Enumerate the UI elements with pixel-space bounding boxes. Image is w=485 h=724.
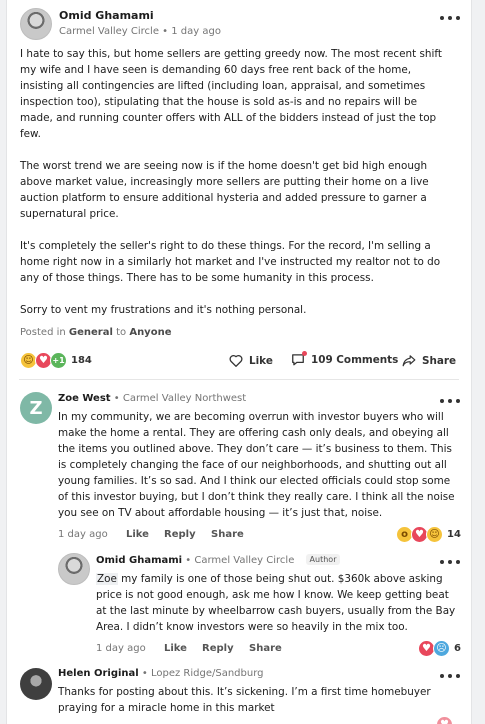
post-paragraph: The worst trend we are seeing now is if … [20, 160, 429, 220]
commenter-avatar[interactable]: Z [20, 392, 52, 424]
comment-more-options-icon[interactable] [440, 396, 460, 406]
comment-text: Thanks for posting about this. It’s sick… [58, 686, 431, 714]
reaction-count[interactable]: 14 [447, 529, 461, 540]
post-paragraph: Sorry to vent my frustrations and it's n… [20, 304, 307, 316]
reply-reply-button[interactable]: Reply [202, 643, 234, 654]
category-link[interactable]: General [69, 327, 113, 338]
replier-name[interactable]: Omid Ghamami [96, 555, 182, 566]
replier-neighborhood[interactable]: Carmel Valley Circle [194, 555, 294, 566]
commenter-avatar[interactable] [20, 668, 52, 700]
comment-reply-button[interactable]: Reply [164, 529, 196, 540]
comment-meta: Helen Original • Lopez Ridge/Sandburg [58, 668, 264, 679]
reply-more-options-icon[interactable] [440, 557, 460, 567]
author-name[interactable]: Omid Ghamami [59, 9, 154, 22]
posted-in: Posted in General to Anyone [20, 327, 171, 338]
share-button[interactable]: Share [402, 354, 456, 367]
like-label: Like [249, 354, 273, 367]
commenter-neighborhood[interactable]: Lopez Ridge/Sandburg [151, 668, 264, 679]
post-more-options-icon[interactable] [440, 13, 460, 23]
commenter-neighborhood[interactable]: Carmel Valley Northwest [123, 393, 246, 404]
reaction-count[interactable]: 184 [71, 355, 92, 366]
haha-reaction-icon: ☺ [426, 526, 443, 543]
share-arrow-icon [402, 355, 416, 367]
comment-share-button[interactable]: Share [211, 529, 244, 540]
love-reaction-icon[interactable]: ♥ [436, 716, 453, 724]
avatar-letter: Z [29, 397, 43, 419]
reply-meta: Omid Ghamami • Carmel Valley Circle Auth… [96, 554, 341, 566]
post-time: 1 day ago [171, 26, 221, 37]
comment-meta: Zoe West • Carmel Valley Northwest [58, 393, 246, 404]
author-avatar[interactable] [20, 8, 52, 40]
comment-text: In my community, we are becoming overrun… [58, 411, 455, 519]
comment-reactions[interactable]: o ♥ ☺ 14 [396, 526, 461, 543]
reply-time: 1 day ago [96, 643, 146, 654]
author-badge: Author [305, 554, 341, 565]
comments-label: 109 Comments [311, 353, 399, 366]
sad-reaction-icon: ☹ [433, 640, 450, 657]
comment-time: 1 day ago [58, 529, 108, 540]
reply-share-button[interactable]: Share [249, 643, 282, 654]
post-meta: Carmel Valley Circle • 1 day ago [59, 26, 221, 37]
comment-icon [291, 351, 307, 366]
reply-reactions[interactable]: ♥ ☹ 6 [418, 640, 461, 657]
reply-body: my family is one of those being shut out… [96, 573, 456, 633]
post-card: Omid Ghamami Carmel Valley Circle • 1 da… [6, 0, 472, 724]
heart-outline-icon [229, 355, 243, 367]
meta-separator: • [113, 393, 120, 404]
replier-avatar[interactable] [58, 553, 90, 585]
comment-more-options-icon[interactable] [440, 671, 460, 681]
comments-button[interactable]: 109 Comments [291, 351, 399, 366]
share-label: Share [422, 354, 457, 367]
plus-one-reaction-icon: +1 [50, 352, 67, 369]
posted-to-word: to [116, 327, 127, 338]
commenter-name[interactable]: Zoe West [58, 393, 111, 404]
reply-text: Zoe my family is one of those being shut… [96, 571, 460, 635]
post-reactions[interactable]: ☺ ♥ +1 184 [20, 352, 92, 369]
posted-in-prefix: Posted in [20, 327, 66, 338]
post-paragraph: It's completely the seller's right to do… [20, 240, 441, 284]
new-comment-dot [302, 351, 307, 356]
mention-link[interactable]: Zoe [96, 573, 118, 585]
author-neighborhood[interactable]: Carmel Valley Circle [59, 26, 159, 37]
reply-like-button[interactable]: Like [164, 643, 187, 654]
meta-separator: • [162, 26, 169, 37]
comments-divider [19, 379, 459, 380]
comment-like-button[interactable]: Like [126, 529, 149, 540]
meta-separator: • [141, 668, 148, 679]
reaction-count[interactable]: 6 [454, 643, 461, 654]
meta-separator: • [185, 555, 192, 566]
post-body: I hate to say this, but home sellers are… [20, 46, 445, 334]
audience-link[interactable]: Anyone [129, 327, 171, 338]
like-button[interactable]: Like [229, 354, 273, 367]
commenter-name[interactable]: Helen Original [58, 668, 139, 679]
post-paragraph: I hate to say this, but home sellers are… [20, 48, 442, 140]
